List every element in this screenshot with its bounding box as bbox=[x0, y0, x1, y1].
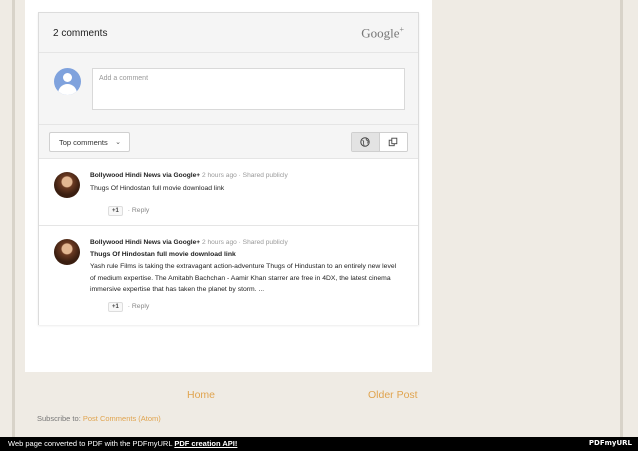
comment-title: Thugs Of Hindostan full movie download l… bbox=[90, 251, 236, 258]
home-link[interactable]: Home bbox=[187, 389, 215, 401]
comment-item: Bollywood Hindi News via Google+ 2 hours… bbox=[39, 227, 418, 325]
commenter-avatar[interactable] bbox=[54, 239, 80, 265]
action-separator: · bbox=[127, 207, 130, 214]
add-comment-input[interactable]: Add a comment bbox=[92, 68, 405, 110]
pdf-api-link[interactable]: PDF creation API! bbox=[174, 439, 237, 448]
user-avatar-icon bbox=[54, 68, 81, 95]
subscribe-label: Subscribe to: bbox=[37, 414, 83, 423]
comment-author[interactable]: Bollywood Hindi News bbox=[90, 239, 161, 246]
copy-icon[interactable] bbox=[379, 133, 407, 151]
layout-rule-left bbox=[12, 0, 15, 437]
commenter-avatar[interactable] bbox=[54, 172, 80, 198]
atom-feed-link[interactable]: Post Comments (Atom) bbox=[83, 414, 161, 423]
older-post-link[interactable]: Older Post bbox=[368, 389, 418, 401]
comment-via: via Google+ bbox=[160, 239, 201, 246]
meta-separator: · bbox=[238, 172, 241, 179]
comment-via: via Google+ bbox=[160, 172, 201, 179]
brand-plus: + bbox=[399, 25, 404, 34]
sort-label: Top comments bbox=[59, 138, 108, 147]
comment-composer: Add a comment bbox=[39, 53, 418, 125]
view-toggle-group bbox=[351, 132, 408, 152]
pdf-footer-bar: Web page converted to PDF with the PDFmy… bbox=[0, 437, 638, 451]
comments-header: 2 comments Google+ bbox=[39, 13, 418, 53]
action-separator: · bbox=[127, 303, 130, 310]
comment-author[interactable]: Bollywood Hindi News bbox=[90, 172, 161, 179]
footer-text: Web page converted to PDF with the PDFmy… bbox=[8, 439, 175, 448]
reply-link[interactable]: Reply bbox=[132, 303, 149, 310]
comment-body: Yash rule Films is taking the extravagan… bbox=[90, 263, 397, 293]
layout-rule-right bbox=[620, 0, 623, 437]
subscribe-line: Subscribe to: Post Comments (Atom) bbox=[37, 414, 161, 423]
meta-separator: · bbox=[238, 239, 241, 246]
comment-actions: +1 · Reply bbox=[108, 206, 149, 216]
comments-widget: 2 comments Google+ Add a comment Top com… bbox=[38, 12, 419, 325]
comment-time[interactable]: 2 hours ago bbox=[202, 172, 237, 179]
reply-link[interactable]: Reply bbox=[132, 207, 149, 214]
pdfmyurl-logo[interactable]: PDFmyURL bbox=[589, 439, 632, 447]
comments-toolbar: Top comments ⌄ bbox=[39, 125, 418, 159]
comment-meta: Bollywood Hindi News via Google+ 2 hours… bbox=[90, 239, 288, 246]
comment-actions: +1 · Reply bbox=[108, 302, 149, 312]
comment-visibility: Shared publicly bbox=[242, 239, 288, 246]
comment-meta: Bollywood Hindi News via Google+ 2 hours… bbox=[90, 172, 288, 179]
sort-dropdown[interactable]: Top comments ⌄ bbox=[49, 132, 130, 152]
comment-visibility: Shared publicly bbox=[242, 172, 288, 179]
google-plus-logo[interactable]: Google+ bbox=[361, 25, 404, 41]
chevron-down-icon: ⌄ bbox=[115, 139, 121, 146]
plus-one-button[interactable]: +1 bbox=[108, 302, 123, 312]
comment-count: 2 comments bbox=[53, 28, 108, 39]
comment-time[interactable]: 2 hours ago bbox=[202, 239, 237, 246]
plus-one-button[interactable]: +1 bbox=[108, 206, 123, 216]
globe-icon[interactable] bbox=[352, 133, 380, 151]
comment-title: Thugs Of Hindostan full movie download l… bbox=[90, 185, 225, 192]
comment-item: Bollywood Hindi News via Google+ 2 hours… bbox=[39, 160, 418, 226]
brand-text: Google bbox=[361, 25, 400, 41]
